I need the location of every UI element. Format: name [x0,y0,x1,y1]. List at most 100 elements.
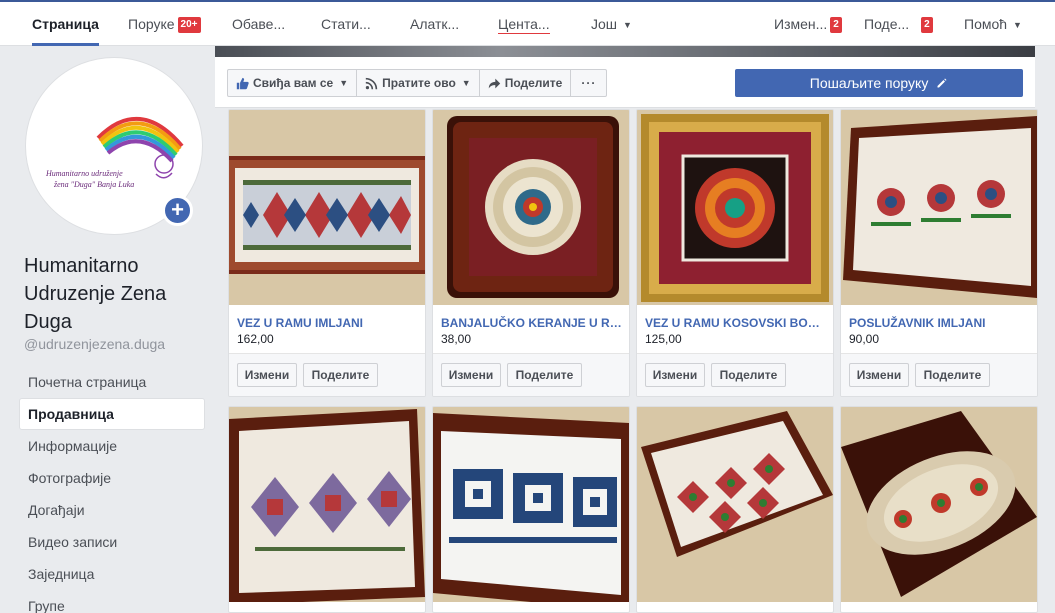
sidebar-item-events[interactable]: Догађаји [19,494,205,526]
tab-edits[interactable]: Измен... 2 [774,2,842,46]
embroidery-photo [229,407,425,602]
product-image[interactable] [637,407,833,602]
page-action-bar: Свиђа вам се ▼ Пратите ово ▼ Поделите ··… [215,57,1035,108]
sidebar-item-home[interactable]: Почетна страница [19,366,205,398]
tab-label: Страница [32,16,99,32]
embroidery-photo [841,110,1037,305]
sidebar-item-shop[interactable]: Продавница [19,398,205,430]
product-image[interactable] [637,110,833,305]
follow-button[interactable]: Пратите ово ▼ [357,70,480,96]
rss-icon [365,77,378,89]
edit-product-button[interactable]: Измени [849,363,909,387]
send-message-label: Пошаљите поруку [809,75,929,91]
product-image[interactable] [433,110,629,305]
page-menu: Почетна страница Продавница Информације … [19,366,205,613]
product-name[interactable]: POSLUŽAVNIK IMLJANI [849,316,1031,330]
embroidery-photo [433,110,629,305]
sidebar-item-videos[interactable]: Видео записи [19,526,205,558]
embroidery-photo [433,407,629,602]
share-product-button[interactable]: Поделите [303,363,378,387]
share-arrow-icon [488,78,500,88]
product-card[interactable] [228,406,426,613]
follow-button-label: Пратите ово [382,76,456,90]
tab-label: Измен... [774,16,828,32]
left-sidebar: Humanitarno udruženje žena "Duga" Banja … [0,46,215,613]
sidebar-item-groups[interactable]: Групе [19,590,205,613]
thumbs-up-icon [236,77,249,89]
tab-label: Стати... [321,16,371,32]
product-card[interactable]: POSLUŽAVNIK IMLJANI 90,00 Измени Поделит… [840,109,1038,397]
product-price: 38,00 [441,332,472,346]
tab-notifications[interactable]: Обаве... [232,2,285,46]
share-product-button[interactable]: Поделите [711,363,786,387]
tab-label: Поруке [128,16,175,32]
tab-page[interactable]: Страница [32,2,99,46]
product-price: 90,00 [849,332,880,346]
product-card[interactable]: VEZ U RAMU IMLJANI 162,00 Измени Поделит… [228,109,426,397]
tab-label: Још [591,16,618,32]
caret-down-icon: ▼ [339,78,349,88]
tab-settings[interactable]: Поде... 2 [864,2,933,46]
product-image[interactable] [841,407,1037,602]
more-options-button[interactable]: ··· [571,70,606,96]
page-logo-image: Humanitarno udruženje žena "Duga" Banja … [45,116,184,189]
product-card-footer: Измени Поделите [637,353,833,396]
embroidery-photo [637,110,833,305]
logo-text-line: žena "Duga" Banja Luka [53,180,134,189]
count-badge: 20+ [177,17,201,33]
tab-more[interactable]: Још ▼ [591,2,632,46]
page-title[interactable]: Humanitarno Udruzenje Zena Duga [24,252,209,336]
product-card[interactable] [840,406,1038,613]
product-image[interactable] [229,110,425,305]
embroidery-photo [637,407,833,602]
sidebar-item-community[interactable]: Заједница [19,558,205,590]
edit-product-button[interactable]: Измени [237,363,297,387]
edit-product-button[interactable]: Измени [645,363,705,387]
count-badge: 2 [921,17,933,33]
caret-down-icon: ▼ [623,20,632,30]
page-top-nav: Страница Поруке 20+ Обаве... Стати... Ала… [0,0,1055,46]
cover-photo[interactable] [215,46,1035,57]
more-dots-icon: ··· [581,76,597,90]
tab-publishing-tools[interactable]: Алатк... [410,2,459,46]
tab-label: Помоћ [964,16,1008,32]
tab-ad-center[interactable]: Цента... [498,2,550,46]
send-message-button[interactable]: Пошаљите поруку [735,69,1023,97]
embroidery-photo [229,110,425,305]
count-badge: 2 [830,17,842,33]
share-product-button[interactable]: Поделите [507,363,582,387]
product-image[interactable] [229,407,425,602]
product-card-footer: Измени Поделите [229,353,425,396]
add-photo-button[interactable]: + [162,195,193,226]
page-username[interactable]: @udruzenjezena.duga [24,336,165,352]
caret-down-icon: ▼ [461,78,471,88]
like-button[interactable]: Свиђа вам се ▼ [228,70,358,96]
like-button-label: Свиђа вам се [253,76,334,90]
tab-insights[interactable]: Стати... [321,2,371,46]
product-card[interactable]: VEZ U RAMU KOSOVSKI BOŽUR 125,00 Измени … [636,109,834,397]
action-button-group: Свиђа вам се ▼ Пратите ово ▼ Поделите ··… [227,69,608,97]
pencil-icon [937,78,947,88]
product-image[interactable] [433,407,629,602]
tab-label: Алатк... [410,16,460,32]
tab-label: Обаве... [232,16,286,32]
tab-help[interactable]: Помоћ ▼ [964,2,1022,46]
tab-messages[interactable]: Поруке 20+ [128,2,201,46]
tab-label: Цента... [498,16,550,34]
share-page-button[interactable]: Поделите [480,70,572,96]
product-name[interactable]: VEZ U RAMU IMLJANI [237,316,419,330]
product-image[interactable] [841,110,1037,305]
share-product-button[interactable]: Поделите [915,363,990,387]
sidebar-item-photos[interactable]: Фотографије [19,462,205,494]
logo-text-line: Humanitarno udruženje [45,169,123,178]
product-price: 162,00 [237,332,274,346]
product-name[interactable]: VEZ U RAMU KOSOVSKI BOŽUR [645,316,827,330]
edit-product-button[interactable]: Измени [441,363,501,387]
product-card[interactable] [636,406,834,613]
product-card[interactable] [432,406,630,613]
product-name[interactable]: BANJALUČKO KERANJE U RA... [441,316,623,330]
product-card[interactable]: BANJALUČKO KERANJE U RA... 38,00 Измени … [432,109,630,397]
caret-down-icon: ▼ [1013,20,1022,30]
sidebar-item-about[interactable]: Информације [19,430,205,462]
embroidery-photo [841,407,1037,602]
